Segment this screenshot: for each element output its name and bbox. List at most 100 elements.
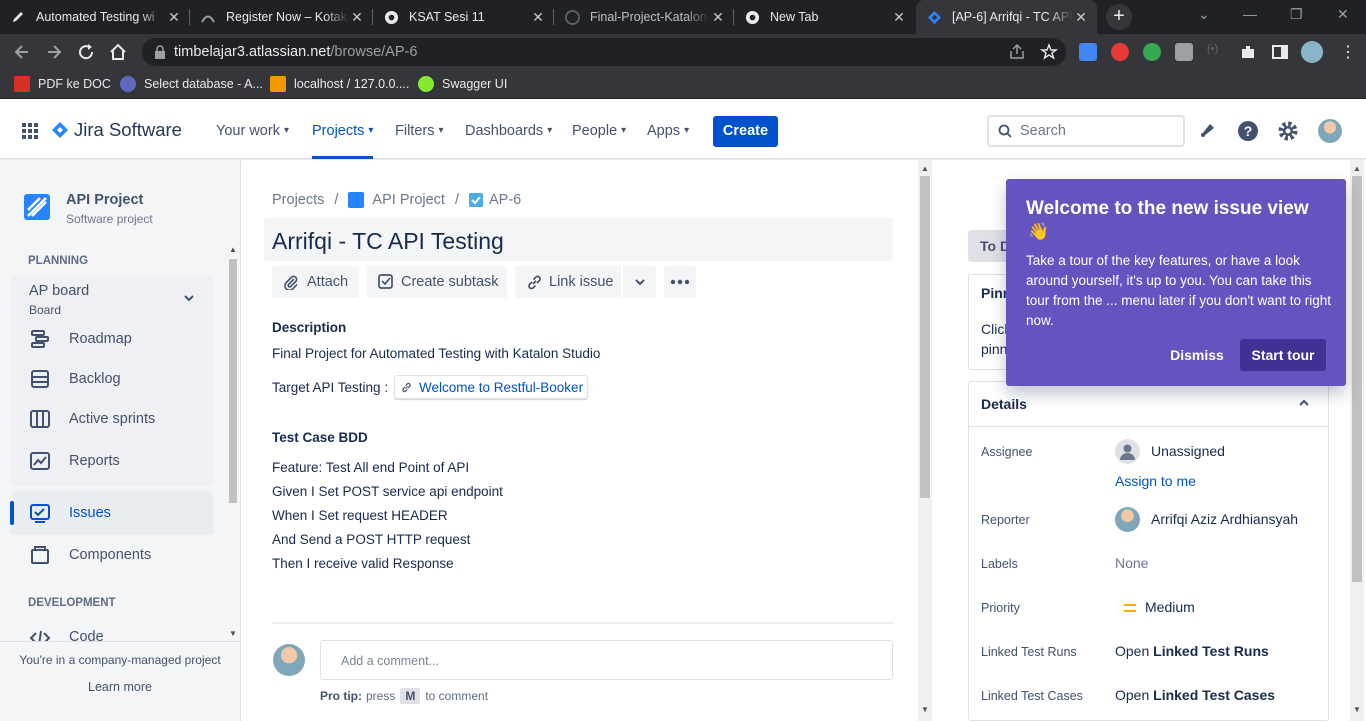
browser-tab[interactable]: Register Now – Kotakode ✕ (190, 0, 373, 34)
nav-your-work[interactable]: Your work ▾ (216, 102, 289, 159)
bookmark[interactable]: PDF ke DOC (14, 70, 111, 98)
close-tab-icon[interactable]: ✕ (710, 9, 726, 26)
priority-value[interactable]: Medium (1145, 599, 1195, 615)
bookmark[interactable]: localhost / 127.0.0.... (270, 70, 409, 98)
restore-icon[interactable]: ❐ (1290, 6, 1303, 23)
breadcrumb-project[interactable]: API Project (372, 192, 445, 208)
target-link[interactable]: Welcome to Restful-Booker (394, 375, 589, 399)
nav-apps[interactable]: Apps ▾ (647, 102, 689, 159)
menu-icon[interactable]: ⋮ (1340, 42, 1356, 62)
help-icon[interactable]: ? (1237, 120, 1259, 142)
minimize-icon[interactable]: — (1243, 6, 1257, 22)
puzzle-icon[interactable] (1239, 43, 1257, 61)
project-sidebar: API Project Software project PLANNING AP… (0, 160, 241, 721)
linked-test-cases[interactable]: Open Linked Test Cases (1115, 687, 1275, 703)
adblock-extension-icon[interactable] (1111, 43, 1129, 61)
close-tab-icon[interactable]: ✕ (349, 9, 365, 26)
forward-icon[interactable] (44, 42, 64, 62)
browser-tab[interactable]: Automated Testing wi ✕ (0, 0, 190, 34)
sidebar-item-issues[interactable]: Issues (10, 491, 213, 535)
app-switcher-icon[interactable] (22, 123, 38, 139)
media-extension-icon[interactable]: (•) (1207, 43, 1225, 61)
extension-icon[interactable] (1143, 43, 1161, 61)
keyboard-key: M (400, 688, 421, 704)
nav-dashboards[interactable]: Dashboards ▾ (465, 102, 552, 159)
sidebar-item-roadmap[interactable]: Roadmap (11, 319, 213, 359)
close-tab-icon[interactable]: ✕ (166, 9, 182, 26)
jira-icon (52, 122, 68, 138)
translate-extension-icon[interactable] (1079, 43, 1097, 61)
new-tab-button[interactable]: + (1106, 4, 1132, 30)
close-tab-icon[interactable]: ✕ (530, 9, 546, 26)
close-tab-icon[interactable]: ✕ (1073, 9, 1089, 26)
sidebar-item-components[interactable]: Components (11, 535, 213, 575)
linked-test-runs[interactable]: Open Linked Test Runs (1115, 643, 1269, 659)
back-icon[interactable] (12, 42, 32, 62)
assignee-value[interactable]: Unassigned (1151, 443, 1225, 459)
dismiss-button[interactable]: Dismiss (1166, 339, 1228, 371)
jira-logo[interactable]: Jira Software (51, 119, 182, 141)
chevron-down-icon[interactable]: ⌄ (1198, 6, 1210, 23)
tour-title: Welcome to the new issue view (1026, 198, 1309, 219)
breadcrumb-issue-key[interactable]: AP-6 (489, 192, 521, 208)
main-scrollbar[interactable]: ▲ ▼ (918, 160, 932, 721)
sidebar-item-code[interactable]: Code (11, 617, 213, 641)
scrollbar-thumb[interactable] (1352, 176, 1362, 582)
settings-icon[interactable] (1277, 120, 1299, 142)
start-tour-button[interactable]: Start tour (1240, 339, 1326, 371)
learn-more-link[interactable]: Learn more (0, 680, 240, 694)
chevron-up-icon[interactable] (1298, 397, 1310, 409)
link-issue-button[interactable]: Link issue (515, 266, 621, 298)
breadcrumb-projects[interactable]: Projects (272, 192, 324, 208)
nav-filters[interactable]: Filters ▾ (395, 102, 444, 159)
profile-avatar[interactable] (1301, 41, 1323, 63)
browser-tab[interactable]: New Tab ✕ (734, 0, 915, 34)
create-subtask-button[interactable]: Create subtask (367, 266, 507, 298)
more-actions-button[interactable] (664, 266, 696, 298)
description-text[interactable]: Final Project for Automated Testing with… (272, 346, 600, 361)
share-icon[interactable] (1008, 43, 1026, 61)
create-button[interactable]: Create (713, 116, 778, 147)
search-input[interactable]: Search (987, 115, 1185, 147)
kotakode-icon (200, 9, 216, 25)
sidebar-item-reports[interactable]: Reports (11, 441, 213, 481)
close-window-icon[interactable]: ✕ (1337, 6, 1349, 23)
reporter-value[interactable]: Arrifqi Aziz Ardhiansyah (1151, 511, 1298, 527)
board-name[interactable]: AP board (29, 283, 89, 299)
browser-tab[interactable]: KSAT Sesi 11 ✕ (373, 0, 554, 34)
lock-icon[interactable] (154, 45, 166, 59)
browser-tab-active[interactable]: [AP-6] Arrifqi - TC API ✕ (916, 0, 1097, 34)
star-icon[interactable] (1040, 43, 1058, 61)
home-icon[interactable] (108, 42, 128, 62)
bdd-line: When I Set request HEADER (272, 508, 448, 523)
chrome-icon (383, 9, 399, 25)
labels-value[interactable]: None (1115, 555, 1148, 571)
project-name[interactable]: API Project (66, 192, 143, 208)
nav-projects[interactable]: Projects ▾ (312, 102, 374, 159)
browser-tab[interactable]: Final-Project-Katalon- ✕ (554, 0, 734, 34)
sidepanel-icon[interactable] (1271, 43, 1289, 61)
sidebar-item-backlog[interactable]: Backlog (11, 359, 213, 399)
sidebar-item-active-sprints[interactable]: Active sprints (11, 399, 213, 439)
camera-extension-icon[interactable] (1175, 43, 1193, 61)
address-bar[interactable]: timbelajar3.atlassian.net/browse/AP-6 (142, 38, 1066, 66)
details-scrollbar[interactable]: ▲ ▼ (1350, 160, 1364, 721)
scrollbar-thumb[interactable] (920, 176, 930, 498)
bookmark[interactable]: Swagger UI (418, 70, 507, 98)
scrollbar-thumb[interactable] (229, 259, 237, 503)
chevron-down-icon: ▾ (547, 125, 553, 136)
code-icon (29, 627, 51, 641)
comment-input[interactable]: Add a comment... (320, 640, 893, 680)
assign-to-me-link[interactable]: Assign to me (1115, 473, 1196, 489)
search-icon (998, 124, 1012, 138)
bookmark[interactable]: Select database - A... (120, 70, 263, 98)
reload-icon[interactable] (76, 42, 96, 62)
close-tab-icon[interactable]: ✕ (891, 9, 907, 26)
attach-button[interactable]: Attach (272, 266, 359, 298)
notifications-icon[interactable] (1198, 120, 1220, 142)
user-avatar[interactable] (1318, 119, 1342, 143)
chevron-down-icon[interactable] (183, 292, 195, 304)
nav-people[interactable]: People ▾ (572, 102, 626, 159)
link-issue-dropdown[interactable] (623, 266, 656, 298)
sidebar-scrollbar[interactable]: ▲ ▼ (229, 245, 237, 640)
